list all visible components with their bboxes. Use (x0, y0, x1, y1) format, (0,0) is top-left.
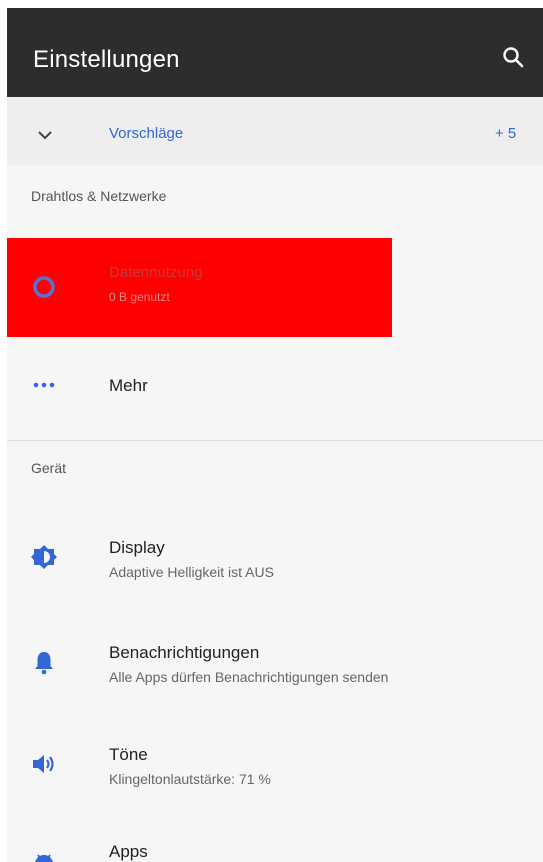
top-strip (0, 0, 543, 8)
volume-icon (31, 751, 57, 777)
divider (7, 440, 543, 441)
item-title: Benachrichtigungen (109, 643, 260, 662)
page-title: Einstellungen (33, 46, 180, 73)
section-header-device: Gerät (31, 460, 67, 476)
list-item-apps[interactable]: Apps (7, 835, 543, 862)
item-subtitle: 0 B genutzt (109, 290, 170, 304)
list-item-sound[interactable]: Töne Klingeltonlautstärke: 71 % (7, 737, 543, 807)
item-subtitle: Adaptive Helligkeit ist AUS (109, 564, 274, 580)
item-title: Datennutzung (109, 264, 203, 281)
item-subtitle: Klingeltonlautstärke: 71 % (109, 771, 271, 787)
list-item-data-usage[interactable]: Datennutzung 0 B genutzt (7, 238, 392, 337)
data-usage-icon (31, 274, 57, 300)
app-bar: Einstellungen (7, 8, 543, 97)
list-item-notifications[interactable]: Benachrichtigungen Alle Apps dürfen Bena… (7, 635, 543, 705)
suggestions-row[interactable]: Vorschläge + 5 (7, 97, 543, 165)
bell-icon (31, 649, 57, 675)
item-title: Display (109, 538, 165, 557)
item-title: Töne (109, 745, 148, 764)
item-title: Mehr (109, 376, 148, 395)
android-icon (31, 850, 57, 862)
search-icon[interactable] (501, 45, 525, 69)
item-title: Apps (109, 842, 148, 861)
list-item-display[interactable]: Display Adaptive Helligkeit ist AUS (7, 530, 543, 600)
suggestions-label: Vorschläge (109, 125, 184, 142)
chevron-down-icon[interactable] (37, 127, 53, 140)
suggestions-count: + 5 (495, 125, 517, 142)
list-item-more[interactable]: Mehr (7, 361, 543, 421)
item-subtitle: Alle Apps dürfen Benachrichtigungen send… (109, 669, 389, 685)
more-dots-icon (31, 372, 57, 398)
brightness-icon (31, 544, 57, 570)
section-header-wireless: Drahtlos & Netzwerke (31, 188, 167, 204)
